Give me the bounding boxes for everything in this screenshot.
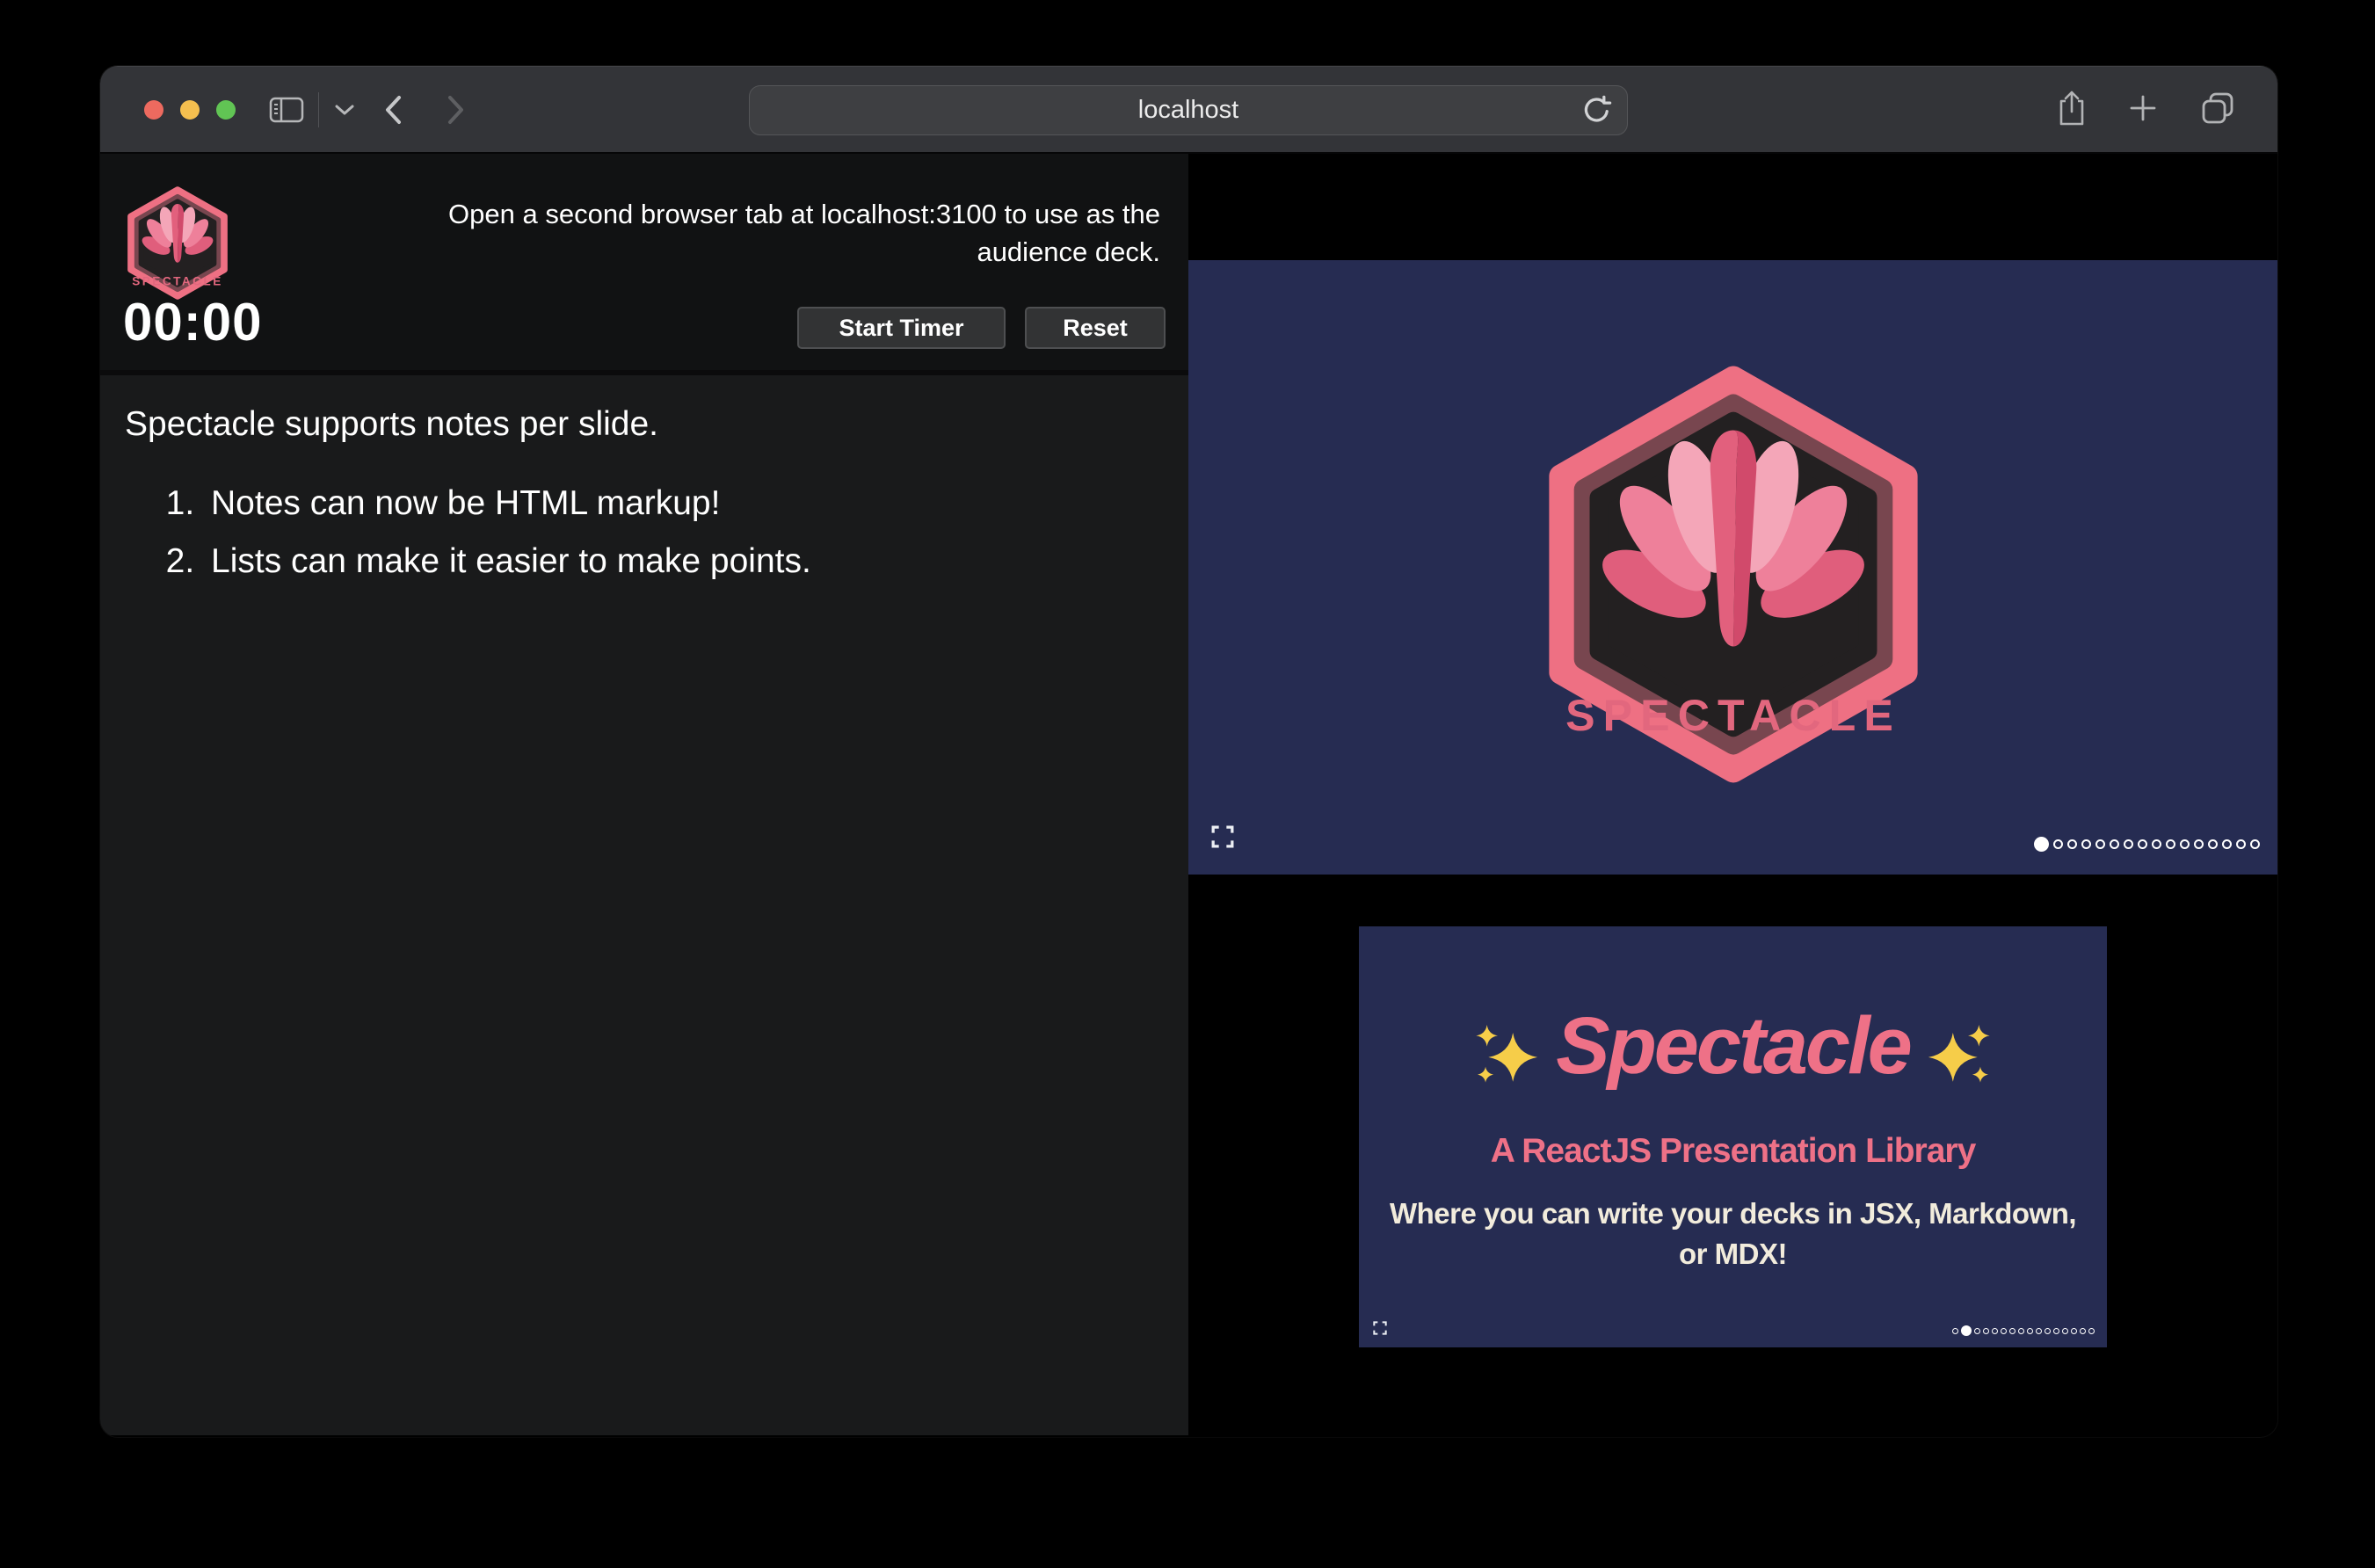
sidebar-dropdown-chevron-icon[interactable] (334, 66, 355, 154)
progress-dot[interactable] (2027, 1328, 2033, 1334)
progress-dot[interactable] (1983, 1328, 1989, 1334)
next-slide-body: Where you can write your decks in JSX, M… (1382, 1194, 2085, 1274)
address-bar[interactable]: localhost (749, 85, 1628, 135)
progress-dot[interactable] (2053, 839, 2063, 849)
progress-dot[interactable] (1961, 1325, 1972, 1336)
spectacle-logo-badge (1533, 362, 1934, 787)
progress-dot[interactable] (2250, 839, 2260, 849)
progress-dot[interactable] (2080, 1328, 2086, 1334)
note-item: Notes can now be HTML markup! (204, 484, 1153, 523)
timer-display: 00:00 (123, 292, 262, 352)
back-button[interactable] (381, 66, 404, 154)
close-window-button[interactable] (144, 100, 163, 120)
timer-controls: Start Timer Reset (797, 307, 1166, 349)
reload-icon[interactable] (1580, 94, 1613, 132)
forward-button[interactable] (445, 66, 468, 154)
share-button[interactable] (2056, 89, 2088, 132)
next-slide-preview: Spectacle A ReactJS Presentation Library… (1359, 926, 2107, 1347)
progress-dot[interactable] (2180, 839, 2190, 849)
minimize-window-button[interactable] (180, 100, 200, 120)
progress-dot[interactable] (2088, 1328, 2095, 1334)
progress-dot[interactable] (2138, 839, 2147, 849)
next-slide-subtitle: A ReactJS Presentation Library (1359, 1132, 2107, 1171)
progress-dot[interactable] (2194, 839, 2204, 849)
slide-progress-dots (2034, 837, 2260, 852)
url-text: localhost (1138, 96, 1238, 125)
progress-dot[interactable] (2110, 839, 2119, 849)
traffic-lights (144, 100, 236, 120)
spectacle-logo-badge (123, 185, 232, 301)
progress-dot[interactable] (2034, 837, 2049, 852)
notes-intro: Spectacle supports notes per slide. (125, 405, 1153, 444)
presenter-header: Open a second browser tab at localhost:3… (100, 154, 1188, 375)
progress-dot[interactable] (2071, 1328, 2077, 1334)
audience-deck-instruction: Open a second browser tab at localhost:3… (422, 196, 1160, 272)
speaker-notes: Spectacle supports notes per slide. Note… (100, 375, 1188, 1435)
progress-dot[interactable] (2067, 839, 2077, 849)
sparkles-icon (1470, 1013, 1542, 1093)
progress-dot[interactable] (2166, 839, 2175, 849)
progress-dot[interactable] (2009, 1328, 2015, 1334)
fullscreen-icon[interactable] (1373, 1321, 1387, 1335)
sparkles-icon (1924, 1013, 1996, 1093)
toolbar-separator (318, 92, 319, 127)
slide-preview-panel: Spectacle A ReactJS Presentation Library… (1188, 154, 2277, 1435)
start-timer-button[interactable]: Start Timer (797, 307, 1006, 349)
current-slide-preview (1188, 260, 2277, 875)
progress-dot[interactable] (2236, 839, 2246, 849)
progress-dot[interactable] (2081, 839, 2091, 849)
progress-dot[interactable] (1992, 1328, 1998, 1334)
tab-overview-button[interactable] (2198, 89, 2237, 132)
progress-dot[interactable] (2124, 839, 2133, 849)
presenter-panel: Open a second browser tab at localhost:3… (100, 154, 1188, 1435)
notes-list: Notes can now be HTML markup! Lists can m… (125, 484, 1153, 581)
presenter-mode-page: Open a second browser tab at localhost:3… (100, 154, 2277, 1435)
progress-dot[interactable] (1974, 1328, 1980, 1334)
progress-dot[interactable] (2018, 1328, 2024, 1334)
progress-dot[interactable] (2053, 1328, 2059, 1334)
next-slide-title: Spectacle (1556, 1000, 1910, 1105)
new-tab-button[interactable] (2126, 91, 2160, 129)
progress-dot[interactable] (2152, 839, 2161, 849)
progress-dot[interactable] (2036, 1328, 2042, 1334)
slide-progress-dots (1952, 1325, 2095, 1336)
fullscreen-icon[interactable] (1211, 825, 1234, 848)
sidebar-toggle-button[interactable] (269, 66, 304, 154)
progress-dot[interactable] (2208, 839, 2218, 849)
progress-dot[interactable] (1952, 1328, 1958, 1334)
reset-timer-button[interactable]: Reset (1025, 307, 1166, 349)
progress-dot[interactable] (2045, 1328, 2051, 1334)
progress-dot[interactable] (2095, 839, 2105, 849)
browser-titlebar: localhost (100, 66, 2277, 154)
browser-window: localhost (100, 66, 2277, 1437)
note-item: Lists can make it easier to make points. (204, 542, 1153, 581)
next-slide-title-row: Spectacle (1359, 1000, 2107, 1105)
progress-dot[interactable] (2001, 1328, 2007, 1334)
zoom-window-button[interactable] (216, 100, 236, 120)
progress-dot[interactable] (2222, 839, 2232, 849)
progress-dot[interactable] (2062, 1328, 2068, 1334)
